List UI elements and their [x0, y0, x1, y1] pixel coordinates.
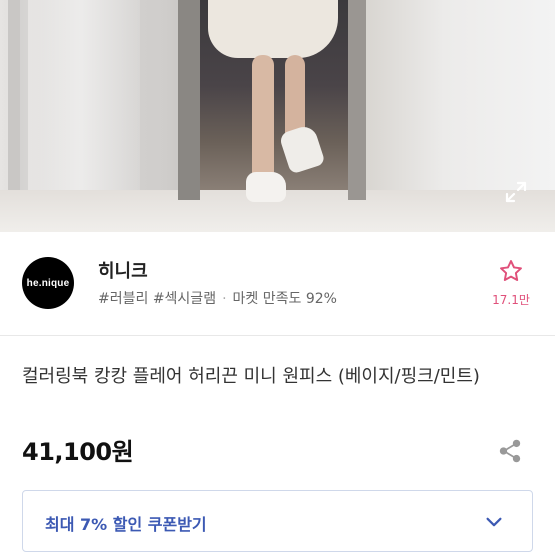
photo-mirror-frame: [178, 0, 200, 200]
favorite-button[interactable]: 17.1만: [485, 258, 537, 308]
photo-leg: [252, 55, 274, 185]
seller-avatar-text: he.nique: [26, 277, 70, 289]
separator-dot: ·: [222, 291, 227, 307]
coupon-button[interactable]: 최대 7% 할인 쿠폰받기: [22, 490, 533, 552]
photo-dress: [208, 0, 338, 58]
seller-tags: #러블리 #섹시글램: [98, 291, 217, 307]
seller-satisfaction: 마켓 만족도 92%: [232, 291, 337, 307]
coupon-label: 최대 7% 할인 쿠폰받기: [45, 515, 207, 534]
product-title: 컬러링북 캉캉 플레어 허리끈 미니 원피스 (베이지/핑크/민트): [22, 366, 480, 387]
product-image[interactable]: [0, 0, 555, 232]
share-icon[interactable]: [497, 438, 523, 464]
star-outline-icon: [500, 260, 522, 281]
chevron-down-icon: [486, 517, 502, 527]
seller-section[interactable]: he.nique 히니크 #러블리 #섹시글램 · 마켓 만족도 92% 17.1만: [0, 232, 555, 336]
product-price: 41,100원: [22, 438, 134, 466]
expand-icon[interactable]: [502, 178, 530, 206]
seller-avatar[interactable]: he.nique: [22, 257, 74, 309]
photo-mirror-frame: [348, 0, 366, 200]
seller-tags-row: #러블리 #섹시글램 · 마켓 만족도 92%: [98, 288, 337, 308]
photo-shoe: [246, 172, 286, 202]
favorite-count: 17.1만: [492, 293, 530, 307]
seller-name[interactable]: 히니크: [98, 257, 148, 283]
